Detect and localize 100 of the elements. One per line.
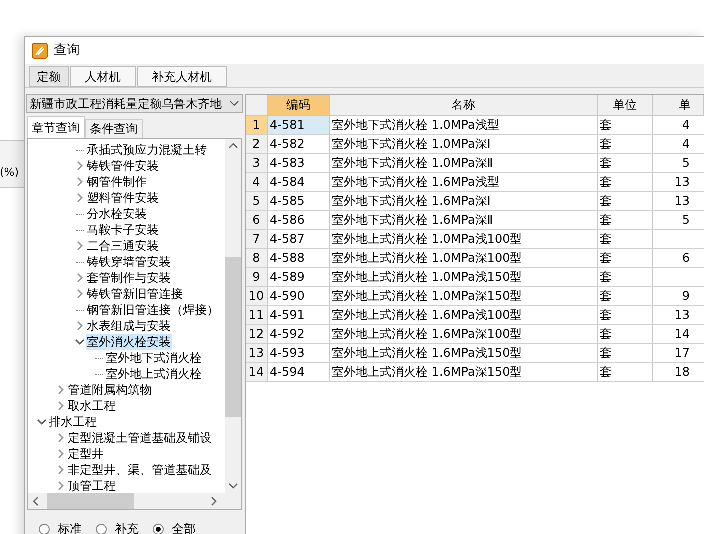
tree-item[interactable]: 塑料管件安装 <box>86 190 160 206</box>
chevron-right-icon[interactable] <box>56 465 66 475</box>
chevron-right-icon[interactable] <box>75 177 85 187</box>
vertical-scrollbar[interactable] <box>225 139 241 493</box>
table-cell-text: 6 <box>682 250 690 267</box>
row-number[interactable]: 13 <box>246 344 268 362</box>
chevron-right-icon[interactable] <box>75 193 85 203</box>
row-number[interactable]: 11 <box>246 306 268 324</box>
tab[interactable]: 人材机 <box>70 66 136 87</box>
table-cell: 室外地上式消火栓 1.6MPa浅100型 <box>330 306 598 324</box>
chevron-down-icon[interactable] <box>37 417 47 427</box>
tab[interactable]: 定额 <box>29 66 69 87</box>
table-cell-text: 4 <box>682 117 690 134</box>
table-cell: 套 <box>598 325 653 343</box>
table-cell: 室外地上式消火栓 1.6MPa浅150型 <box>330 344 598 362</box>
table-cell: 4-582 <box>268 135 330 153</box>
table-cell-text: 17 <box>674 345 690 362</box>
quota-dropdown[interactable]: 新疆市政工程消耗量定额乌鲁木齐地 <box>26 94 243 113</box>
row-number[interactable]: 8 <box>246 249 268 267</box>
column-label: (%) <box>0 164 20 180</box>
tree-item[interactable]: 马鞍卡子安装 <box>86 222 160 238</box>
tree-item[interactable]: 取水工程 <box>67 398 117 414</box>
row-number[interactable]: 10 <box>246 287 268 305</box>
horizontal-scrollbar[interactable] <box>28 493 241 509</box>
tree-item[interactable]: 二合三通安装 <box>86 238 160 254</box>
tree-item[interactable]: 定型井 <box>67 446 105 462</box>
scroll-thumb[interactable] <box>225 257 241 417</box>
tree-item[interactable]: 承插式预应力混凝土转 <box>86 142 208 158</box>
chevron-down-icon[interactable] <box>75 337 85 347</box>
tree-item[interactable]: 室外地下式消火栓 <box>105 350 203 366</box>
tree-item[interactable]: 定型混凝土管道基础及铺设 <box>67 430 213 446</box>
tab[interactable]: 条件查询 <box>85 119 143 138</box>
row-number[interactable]: 6 <box>246 211 268 229</box>
column-header[interactable]: 单位 <box>598 95 653 115</box>
tree-item[interactable]: 室外消火栓安装 <box>86 334 172 350</box>
tab[interactable]: 章节查询 <box>27 116 85 138</box>
app-icon <box>32 42 48 58</box>
table-cell: 室外地上式消火栓 1.0MPa深100型 <box>330 249 598 267</box>
chevron-right-icon[interactable] <box>56 481 66 491</box>
chevron-right-icon[interactable] <box>75 289 85 299</box>
chevron-right-icon[interactable] <box>56 449 66 459</box>
table-cell: 4-586 <box>268 211 330 229</box>
chevron-right-icon[interactable] <box>75 273 85 283</box>
chevron-right-icon[interactable] <box>75 241 85 251</box>
tree-item[interactable]: 水表组成与安装 <box>86 318 172 334</box>
row-number[interactable]: 2 <box>246 135 268 153</box>
table-cell: 套 <box>598 135 653 153</box>
row-number[interactable]: 14 <box>246 363 268 381</box>
radio-button[interactable] <box>39 524 50 534</box>
table-cell: 室外地上式消火栓 1.0MPa深150型 <box>330 287 598 305</box>
tree-item[interactable]: 管道附属构筑物 <box>67 382 153 398</box>
tree-item[interactable]: 铸铁穿墙管安装 <box>86 254 172 270</box>
table-cell: 室外地上式消火栓 1.0MPa浅100型 <box>330 230 598 248</box>
chevron-right-icon[interactable] <box>56 385 66 395</box>
scroll-right-icon[interactable] <box>211 496 217 506</box>
tree-item[interactable]: 非定型井、渠、管道基础及 <box>67 462 213 478</box>
chevron-right-icon[interactable] <box>75 161 85 171</box>
table-cell-text: 13 <box>674 307 690 324</box>
scroll-down-icon[interactable] <box>228 483 238 489</box>
chevron-right-icon[interactable] <box>56 433 66 443</box>
column-header[interactable]: 名称 <box>330 95 598 115</box>
scroll-up-icon[interactable] <box>228 143 238 149</box>
chevron-right-icon[interactable] <box>56 401 66 411</box>
radio-button[interactable] <box>96 524 107 534</box>
tree-item[interactable]: 铸铁管新旧管连接 <box>86 286 184 302</box>
row-number[interactable]: 5 <box>246 192 268 210</box>
radio-button[interactable] <box>153 524 164 534</box>
row-number[interactable]: 4 <box>246 173 268 191</box>
tree-item[interactable]: 铸铁管件安装 <box>86 158 160 174</box>
column-header[interactable]: 单 <box>653 95 704 115</box>
chevron-down-icon <box>230 100 239 106</box>
table-cell-text: 5 <box>682 155 690 172</box>
tree-item[interactable]: 钢管新旧管连接（焊接） <box>86 302 220 318</box>
scroll-left-icon[interactable] <box>33 496 39 506</box>
tab[interactable]: 补充人材机 <box>137 66 227 87</box>
tree-item[interactable]: 排水工程 <box>48 414 98 430</box>
table-cell: 4-594 <box>268 363 330 381</box>
tree-item[interactable]: 室外地上式消火栓 <box>105 366 203 382</box>
chevron-right-icon[interactable] <box>75 321 85 331</box>
table-cell: 4-587 <box>268 230 330 248</box>
table-cell: 4-583 <box>268 154 330 172</box>
table-cell-text: 14 <box>674 326 690 343</box>
table-cell: 套 <box>598 192 653 210</box>
row-number[interactable]: 9 <box>246 268 268 286</box>
row-number[interactable]: 7 <box>246 230 268 248</box>
tree-item[interactable]: 顶管工程 <box>67 478 117 493</box>
row-number[interactable]: 1 <box>246 116 268 134</box>
column-header[interactable]: 编码 <box>268 95 330 115</box>
table-cell: 套 <box>598 363 653 381</box>
row-number[interactable]: 3 <box>246 154 268 172</box>
table-cell: 套 <box>598 173 653 191</box>
scroll-thumb[interactable] <box>47 493 134 509</box>
table-cell: 套 <box>598 306 653 324</box>
table-cell-text: 13 <box>674 193 690 210</box>
row-number[interactable]: 12 <box>246 325 268 343</box>
tree-item[interactable]: 分水栓安装 <box>86 206 148 222</box>
tree-item[interactable]: 套管制作与安装 <box>86 270 172 286</box>
table-cell: 4-593 <box>268 344 330 362</box>
table-cell: 室外地上式消火栓 1.6MPa深150型 <box>330 363 598 381</box>
tree-item[interactable]: 钢管件制作 <box>86 174 148 190</box>
